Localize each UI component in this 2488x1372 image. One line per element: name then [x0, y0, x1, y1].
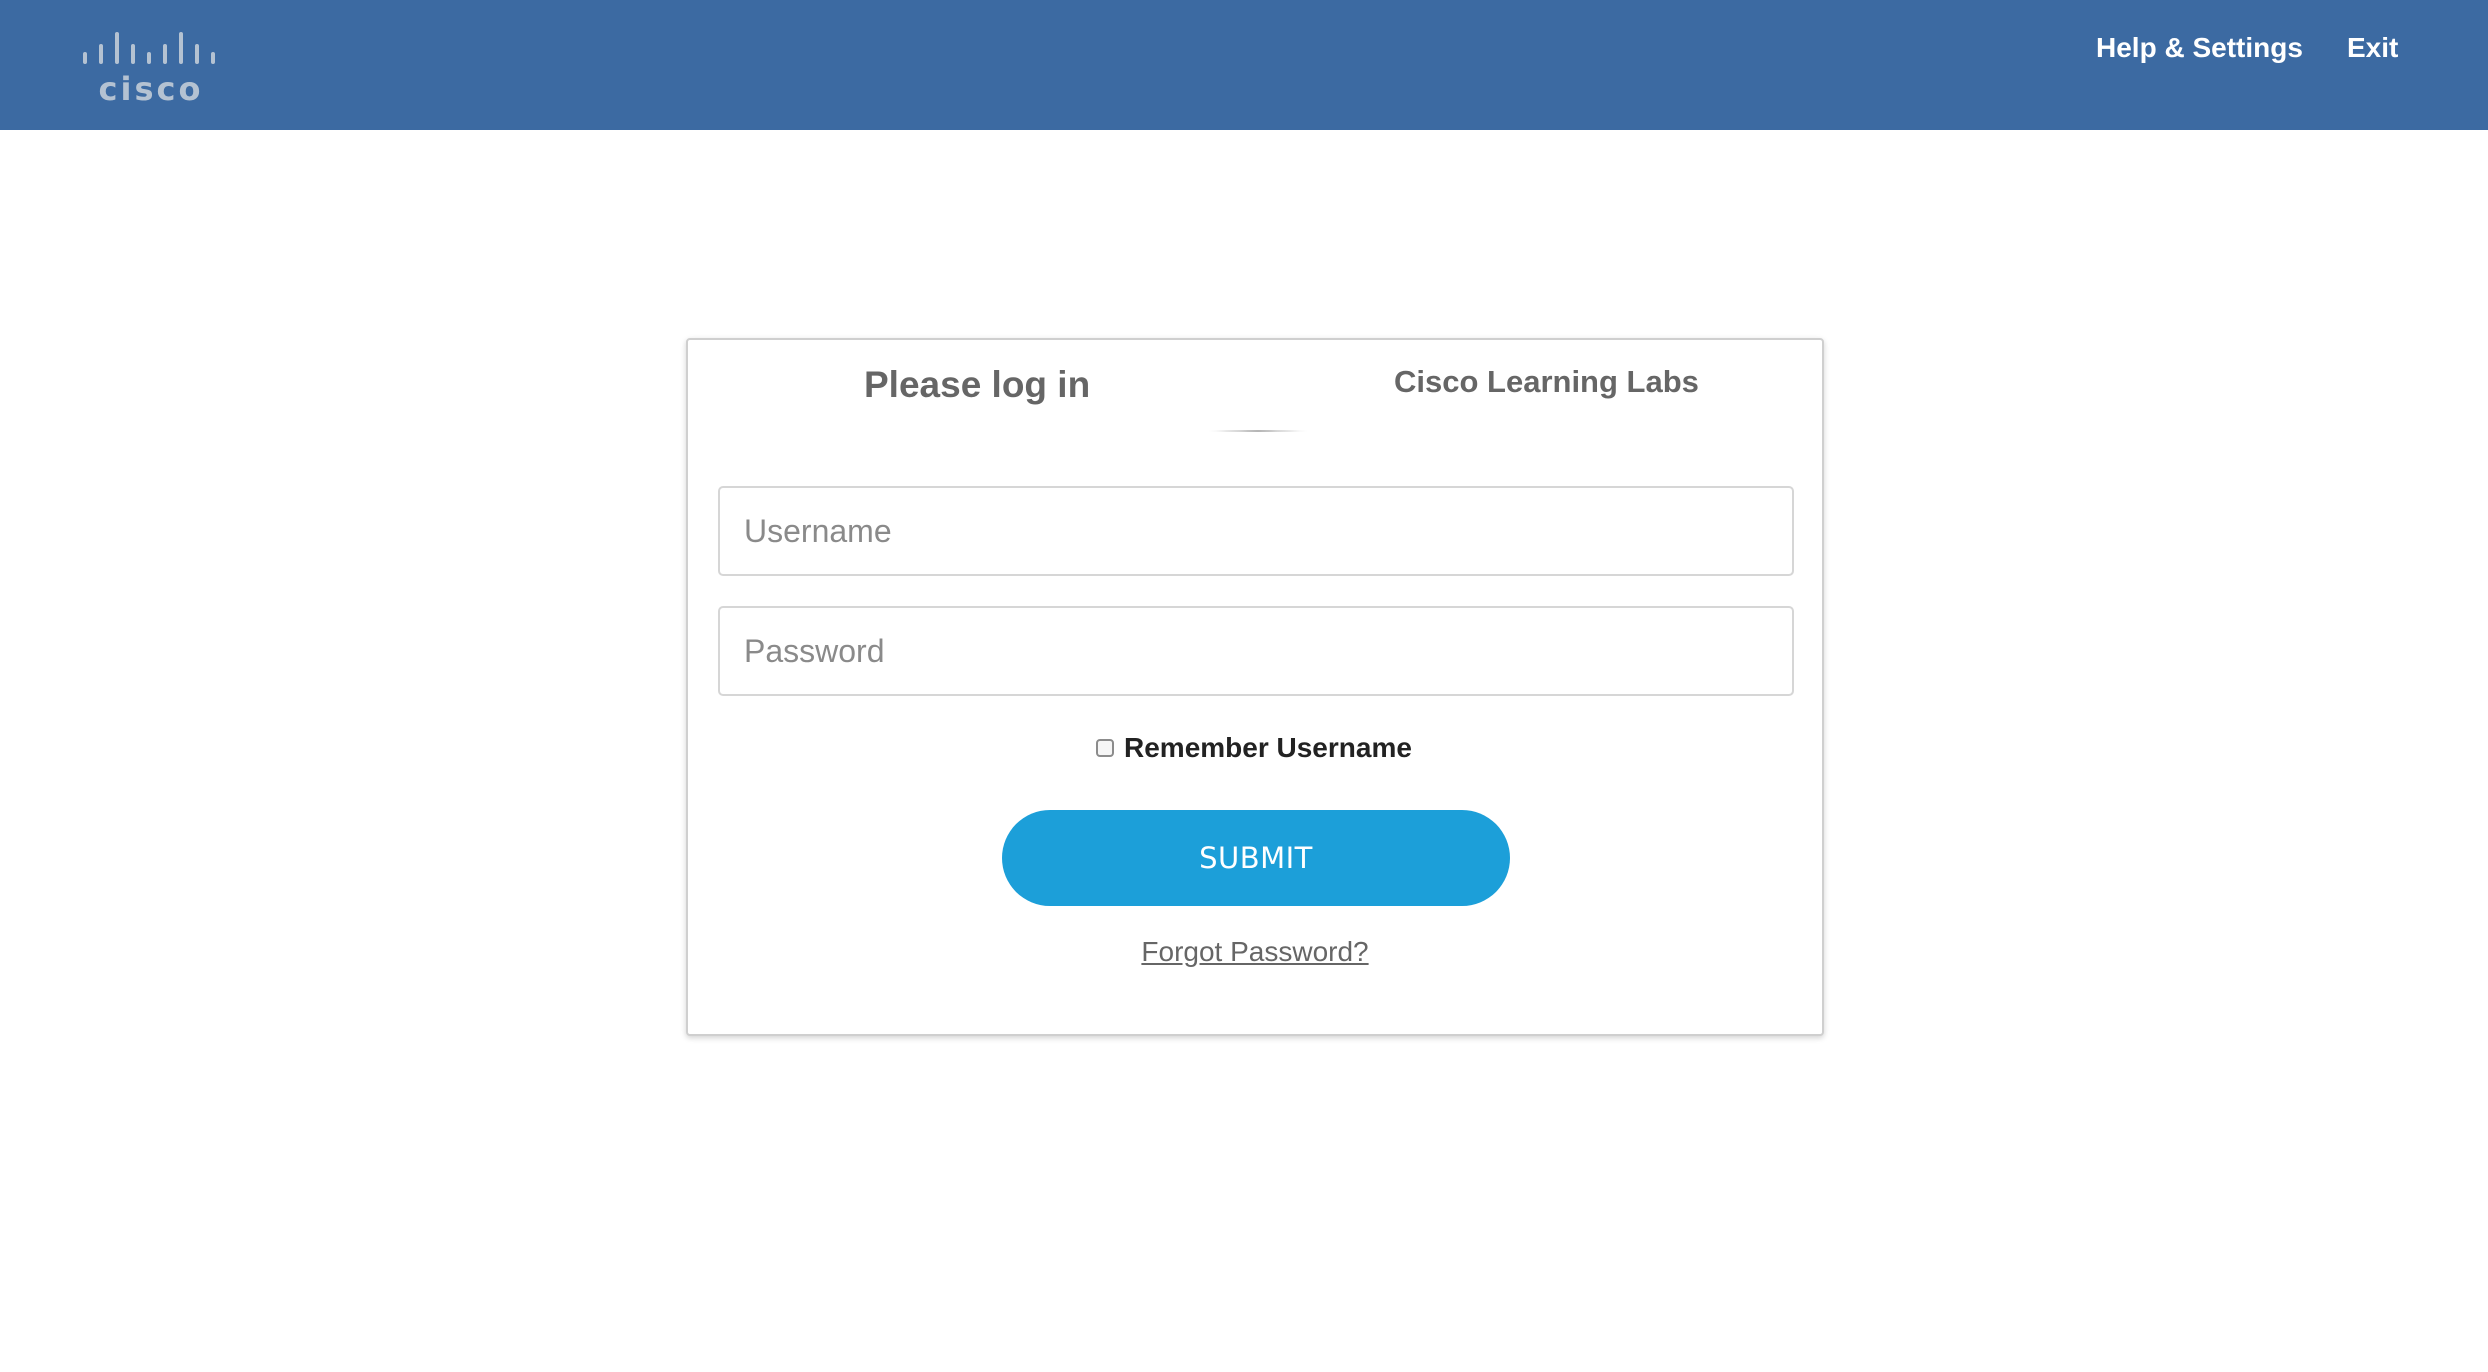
remember-username-label: Remember Username — [1124, 732, 1412, 763]
login-card: Please log in Cisco Learning Labs Rememb… — [686, 338, 1824, 1036]
remember-username-checkbox[interactable] — [1096, 739, 1114, 757]
help-settings-link[interactable]: Help & Settings — [2096, 32, 2303, 64]
learning-labs-title: Cisco Learning Labs — [1394, 364, 1699, 399]
submit-button[interactable]: SUBMIT — [1002, 810, 1510, 906]
remember-username-row[interactable]: Remember Username — [1096, 728, 1412, 768]
username-input[interactable] — [718, 486, 1794, 576]
password-input[interactable] — [718, 606, 1794, 696]
title-divider — [1208, 430, 1308, 432]
exit-link[interactable]: Exit — [2347, 32, 2398, 64]
cisco-bridge-icon — [83, 32, 215, 64]
forgot-password-link[interactable]: Forgot Password? — [688, 936, 1822, 968]
top-header-bar: cisco Help & Settings Exit — [0, 0, 2488, 130]
cisco-logo: cisco — [83, 30, 219, 108]
logo-wordmark: cisco — [98, 70, 204, 108]
login-title: Please log in — [864, 364, 1091, 405]
